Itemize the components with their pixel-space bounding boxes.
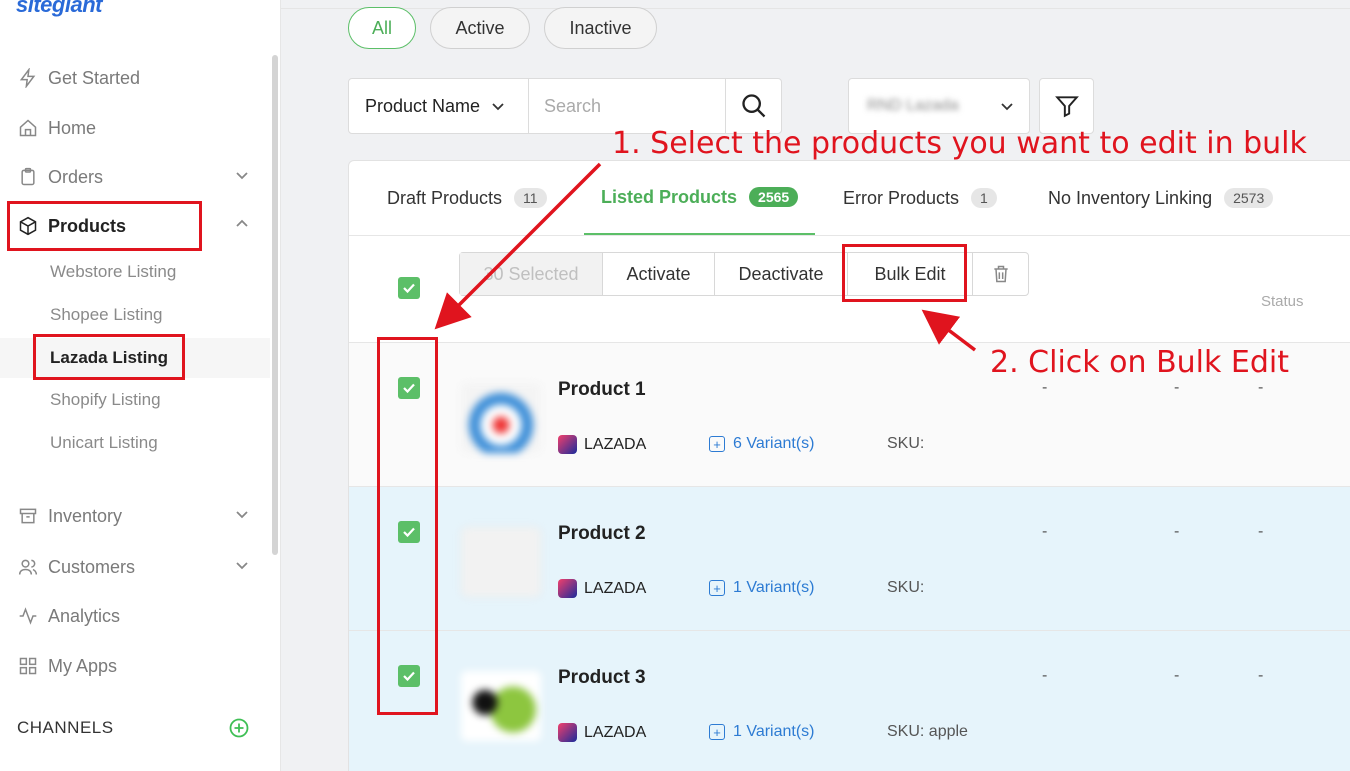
arrow-to-checkboxes bbox=[434, 162, 602, 330]
annotation-arrows bbox=[434, 162, 977, 352]
arrow-to-bulk-edit bbox=[921, 309, 977, 352]
annotation-step-2: 2. Click on Bulk Edit bbox=[990, 345, 1290, 380]
annotation-step-1: 1. Select the products you want to edit … bbox=[612, 126, 1307, 161]
